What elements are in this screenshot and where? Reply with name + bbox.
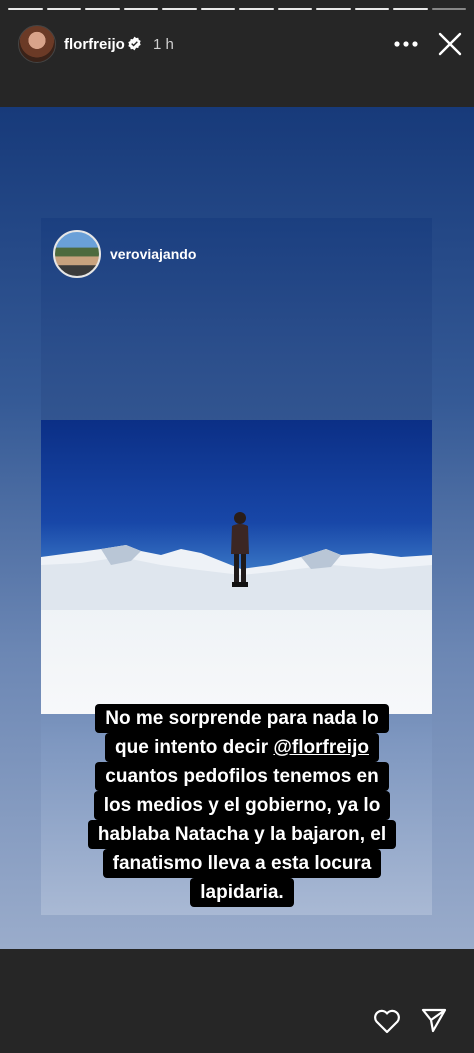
caption-line: hablaba Natacha y la bajaron, el <box>87 820 397 849</box>
caption-line: lapidaria. <box>190 878 294 907</box>
story-header: florfreijo 1 h <box>0 22 474 66</box>
verified-badge-icon <box>128 36 141 51</box>
caption-line: los medios y el gobierno, ya lo <box>93 791 391 820</box>
progress-segment <box>162 8 197 10</box>
shared-post-image <box>41 420 432 714</box>
progress-segment <box>239 8 274 10</box>
progress-segment <box>85 8 120 10</box>
progress-segment <box>354 8 389 10</box>
progress-segment <box>393 8 428 10</box>
post-time: 1 h <box>153 36 174 53</box>
author-username[interactable]: florfreijo <box>64 36 125 53</box>
progress-segment <box>123 8 158 10</box>
heart-icon[interactable] <box>372 1006 402 1036</box>
shared-post-username[interactable]: veroviajando <box>110 246 196 262</box>
progress-segment <box>46 8 81 10</box>
story-text-overlay: No me sorprende para nada lo que intento… <box>72 704 412 907</box>
send-icon[interactable] <box>420 1006 448 1034</box>
shared-post-avatar[interactable] <box>53 230 101 278</box>
mention-link[interactable]: @florfreijo <box>273 737 369 758</box>
author-avatar[interactable] <box>18 25 56 63</box>
caption-line: que intento decir @florfreijo <box>105 733 379 762</box>
progress-segment <box>200 8 235 10</box>
progress-segment <box>8 8 43 10</box>
person-figure <box>231 512 249 587</box>
story-footer <box>0 949 474 1053</box>
progress-segment-current <box>431 8 466 10</box>
progress-segment <box>316 8 351 10</box>
progress-segment <box>277 8 312 10</box>
caption-line: fanatismo lleva a esta locura <box>102 849 382 878</box>
story-content[interactable]: veroviajando No me sorprende para nada l… <box>0 107 474 949</box>
more-options-icon[interactable] <box>392 32 420 56</box>
story-progress-bar <box>8 8 466 10</box>
close-icon[interactable] <box>436 30 464 58</box>
caption-text: que intento decir <box>115 737 274 758</box>
caption-line: No me sorprende para nada lo <box>95 704 389 733</box>
caption-line: cuantos pedofilos tenemos en <box>95 762 389 791</box>
